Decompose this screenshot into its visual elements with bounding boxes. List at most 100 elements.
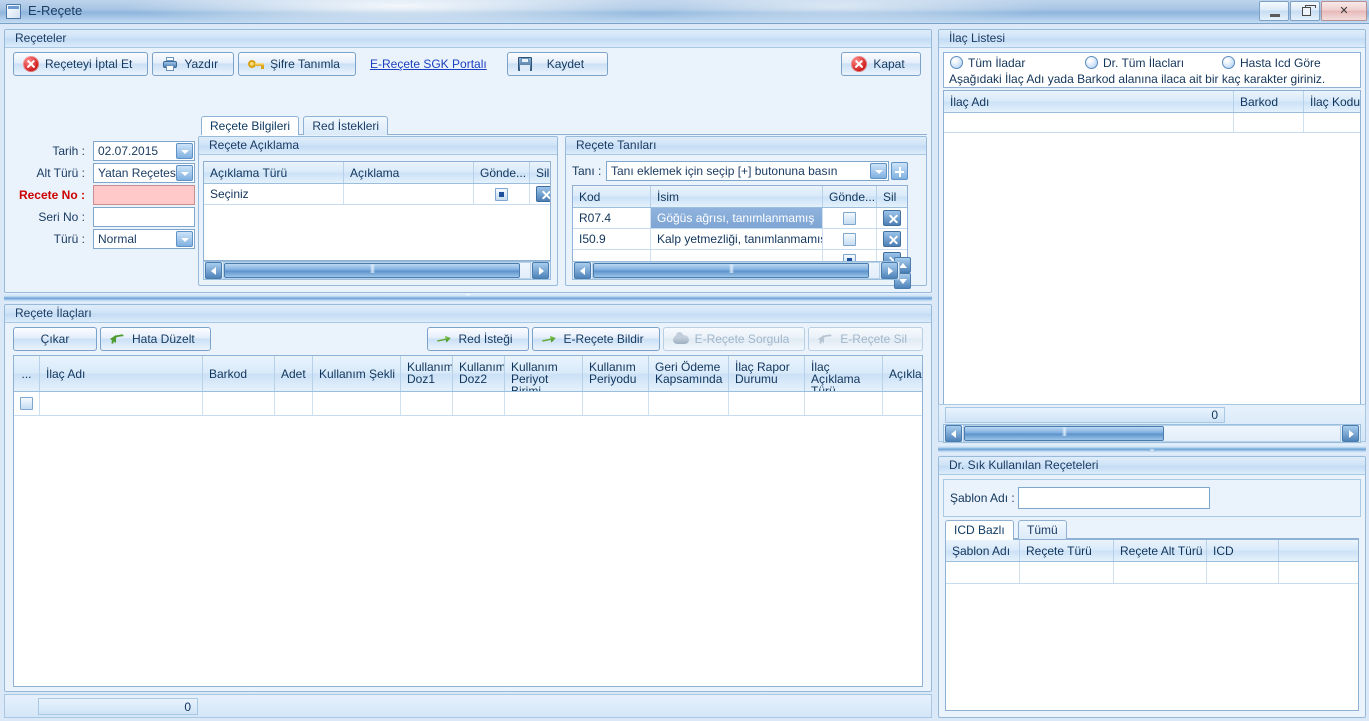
col-aciklama-turu[interactable]: İlaç Açıklama Türü [805, 356, 883, 391]
cell-periyot-birimi[interactable] [505, 392, 583, 415]
chevron-down-icon[interactable] [870, 163, 887, 179]
col-select[interactable]: ... [14, 356, 40, 391]
col-kullanim-doz2[interactable]: Kullanım Doz2 [453, 356, 505, 391]
delete-row-icon[interactable] [883, 231, 901, 247]
description-hscrollbar[interactable] [203, 261, 551, 280]
scroll-right-icon[interactable] [1342, 425, 1359, 442]
col-gonder[interactable]: Gönde... [823, 186, 877, 207]
col-aciklama-turu[interactable]: Açıklama Türü [204, 162, 344, 183]
chevron-down-icon[interactable] [176, 143, 193, 159]
cell-aciklama[interactable] [883, 392, 922, 415]
table-row[interactable]: R07.4 Göğüs ağrısı, tanımlanmamış [573, 208, 907, 229]
cell-ilac-kodu[interactable] [1304, 113, 1360, 132]
delete-eprescription-button[interactable]: E-Reçete Sil [808, 327, 923, 351]
cell-ilac-adi[interactable] [944, 113, 1234, 132]
restore-icon[interactable] [1290, 1, 1320, 21]
subtype-select[interactable]: Yatan Reçetesi [93, 163, 195, 183]
sgk-portal-link[interactable]: E-Reçete SGK Portalı [360, 52, 497, 76]
col-sil[interactable]: Sil [530, 162, 550, 183]
cell-sil[interactable] [877, 208, 907, 228]
send-checkbox[interactable] [843, 211, 856, 225]
fix-error-button[interactable]: Hata Düzelt [100, 327, 211, 351]
scroll-track[interactable] [963, 425, 1341, 442]
save-button[interactable]: Kaydet [506, 52, 609, 76]
cell-sil[interactable] [530, 184, 550, 204]
scroll-track[interactable] [592, 262, 880, 279]
close-panel-button[interactable]: Kapat [841, 52, 921, 76]
serial-no-input[interactable] [93, 207, 195, 227]
scroll-left-icon[interactable] [945, 425, 962, 442]
cell-kullanim-sekli[interactable] [313, 392, 401, 415]
send-checkbox[interactable] [843, 232, 856, 246]
scroll-right-icon[interactable] [532, 262, 549, 279]
cancel-prescription-button[interactable]: Reçeteyi İptal Et [13, 52, 149, 76]
medication-list-hscrollbar[interactable] [943, 424, 1361, 443]
scroll-thumb[interactable] [964, 426, 1164, 441]
scroll-left-icon[interactable] [205, 262, 222, 279]
cell-aciklama-turu[interactable]: Seçiniz [204, 184, 344, 204]
col-recete-alt-turu[interactable]: Reçete Alt Türü [1114, 540, 1207, 561]
scroll-right-icon[interactable] [881, 262, 898, 279]
cell-icd[interactable] [1207, 562, 1279, 583]
define-password-button[interactable]: Şifre Tanımla [238, 52, 356, 76]
table-row[interactable]: Seçiniz [204, 184, 550, 205]
cell-gonder[interactable] [474, 184, 530, 204]
cell-isim[interactable]: Kalp yetmezliği, tanımlanmamış [651, 229, 823, 249]
col-barkod[interactable]: Barkod [203, 356, 275, 391]
cell-adet[interactable] [275, 392, 313, 415]
radio-icon[interactable] [950, 56, 963, 69]
col-aciklama[interactable]: Açıklama [883, 356, 922, 391]
radio-icon[interactable] [1222, 56, 1235, 69]
add-diagnosis-icon[interactable] [891, 162, 908, 180]
col-kod[interactable]: Kod [573, 186, 651, 207]
cell-doz2[interactable] [453, 392, 505, 415]
delete-row-icon[interactable] [536, 186, 550, 202]
radio-icon[interactable] [1085, 56, 1098, 69]
cell-barkod[interactable] [1234, 113, 1304, 132]
cell-blank[interactable] [1279, 562, 1357, 583]
cell-recete-alt-turu[interactable] [1114, 562, 1207, 583]
row-checkbox[interactable] [20, 397, 33, 410]
col-periyot-birimi[interactable]: Kullanım Periyot Birimi [505, 356, 583, 391]
radio-hasta-icd-gore[interactable]: Hasta Icd Göre [1222, 56, 1321, 70]
cell-recete-turu[interactable] [1020, 562, 1114, 583]
rejection-request-button[interactable]: Red İsteği [426, 327, 529, 351]
print-button[interactable]: Yazdır [152, 52, 235, 76]
template-name-input[interactable] [1018, 487, 1210, 509]
cell-periyodu[interactable] [583, 392, 649, 415]
cell-rapor-durumu[interactable] [729, 392, 805, 415]
col-aciklama[interactable]: Açıklama [344, 162, 474, 183]
query-eprescription-button[interactable]: E-Reçete Sorgula [662, 327, 806, 351]
diagnosis-select[interactable]: Tanı eklemek için seçip [+] butonuna bas… [606, 161, 889, 181]
cell-gonder[interactable] [823, 229, 877, 249]
col-ilac-kodu[interactable]: İlaç Kodu [1304, 91, 1360, 112]
chevron-down-icon[interactable] [176, 231, 193, 247]
cell-barkod[interactable] [203, 392, 275, 415]
col-icd[interactable]: ICD [1207, 540, 1279, 561]
cell-aciklama[interactable] [344, 184, 474, 204]
table-row[interactable] [946, 562, 1358, 584]
cell-select[interactable] [14, 392, 40, 415]
chevron-up-icon[interactable]: ⌃ [463, 293, 473, 302]
col-rapor-durumu[interactable]: İlaç Rapor Durumu [729, 356, 805, 391]
cell-geri-odeme[interactable] [649, 392, 729, 415]
col-periyodu[interactable]: Kullanım Periyodu [583, 356, 649, 391]
col-adet[interactable]: Adet [275, 356, 313, 391]
col-ilac-adi[interactable]: İlaç Adı [944, 91, 1234, 112]
prescription-no-input[interactable] [93, 185, 195, 205]
cell-gonder[interactable] [823, 208, 877, 228]
close-icon[interactable]: ✕ [1321, 1, 1367, 21]
tab-recete-bilgileri[interactable]: Reçete Bilgileri [201, 116, 300, 136]
cell-isim[interactable]: Göğüs ağrısı, tanımlanmamış [651, 208, 823, 228]
notify-eprescription-button[interactable]: E-Reçete Bildir [531, 327, 660, 351]
col-recete-turu[interactable]: Reçete Türü [1020, 540, 1114, 561]
chevron-down-icon[interactable] [176, 165, 193, 181]
tab-red-istekleri[interactable]: Red İstekleri [303, 116, 389, 135]
table-row[interactable] [14, 392, 922, 416]
col-barkod[interactable]: Barkod [1234, 91, 1304, 112]
radio-tum-ilaclar[interactable]: Tüm İladar [950, 56, 1085, 70]
cell-ilac-adi[interactable] [40, 392, 203, 415]
col-sablon-adi[interactable]: Şablon Adı [946, 540, 1020, 561]
scroll-thumb[interactable] [224, 263, 520, 278]
col-gonder[interactable]: Gönde... [474, 162, 530, 183]
